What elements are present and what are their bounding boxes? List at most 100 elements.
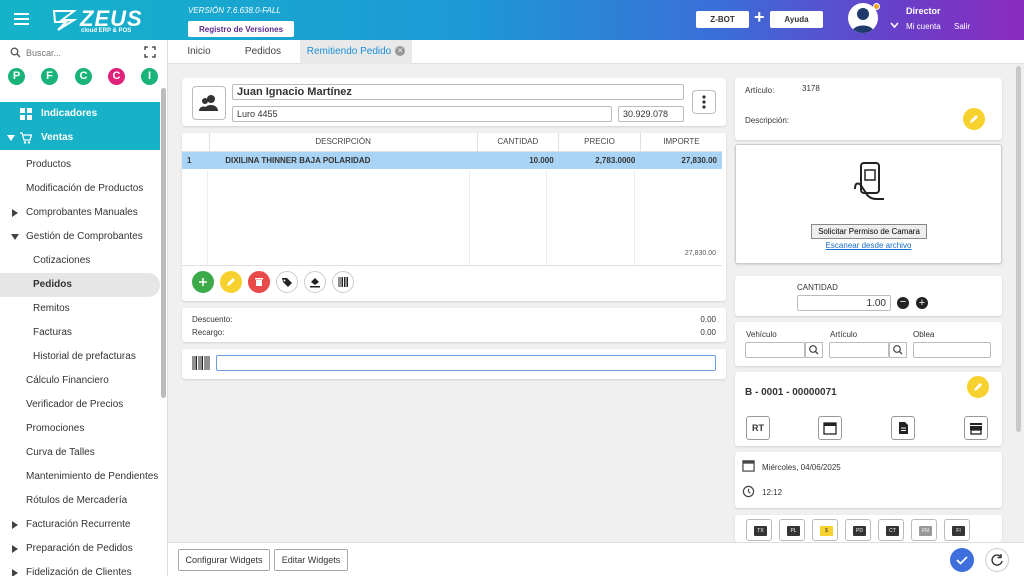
sidebar-item-calculo-financiero[interactable]: Cálculo Financiero [0,369,160,393]
caret-right-icon [12,569,18,576]
salir-link[interactable]: Salir [954,22,970,31]
vehiculo-field[interactable] [745,342,805,358]
customer-select-button[interactable] [192,86,226,120]
sidebar-item-comprobantes-manuales[interactable]: Comprobantes Manuales [0,201,160,225]
edit-comprobante-button[interactable] [967,376,989,398]
sidebar-item-productos[interactable]: Productos [0,153,160,177]
customer-address-field[interactable] [232,106,612,122]
tag-button[interactable] [276,271,298,293]
ayuda-button[interactable]: Ayuda [770,11,823,28]
chip-tx[interactable]: TX [746,519,772,541]
sidebar-item-gestion-comprobantes[interactable]: Gestión de Comprobantes [0,225,160,249]
edit-article-button[interactable] [963,108,985,130]
col-divider [469,171,470,265]
more-options-button[interactable] [692,90,716,114]
chip-pl[interactable]: PL [779,519,805,541]
calendar-button[interactable] [818,416,842,440]
rt-button[interactable]: RT [746,416,770,440]
chip-fn[interactable]: FN [911,519,937,541]
close-icon[interactable]: × [395,46,406,57]
sidebar-item-label: Preparación de Pedidos [26,543,133,554]
sidebar-item-modificacion-productos[interactable]: Modificación de Productos [0,177,160,201]
configurar-widgets-button[interactable]: Configurar Widgets [178,549,270,571]
mi-cuenta-link[interactable]: Mi cuenta [906,22,941,31]
sidebar-item-cotizaciones[interactable]: Cotizaciones [0,249,160,273]
zeus-logo[interactable]: ZEUS cloud ERP & POS [52,5,142,35]
sidebar-item-mantenimiento-pendientes[interactable]: Mantenimiento de Pendientes [0,465,160,489]
chip-fi[interactable]: FI [944,519,970,541]
row-cantidad: 10.000 [477,151,559,169]
chip-ct[interactable]: CT [878,519,904,541]
table-footer-total: 27,830.00 [684,250,716,257]
sidebar-item-historial-prefacturas[interactable]: Historial de prefacturas [0,345,160,369]
sidebar-item-facturas[interactable]: Facturas [0,321,160,345]
confirm-button[interactable] [950,548,974,572]
sidebar-item-preparacion-pedidos[interactable]: Preparación de Pedidos [0,537,160,561]
sidebar-item-promociones[interactable]: Promociones [0,417,160,441]
shortcut-p[interactable]: P [8,68,25,85]
tab-label: Remitiendo Pedido [306,46,392,57]
chip-pd[interactable]: PD [845,519,871,541]
tab-pedidos[interactable]: Pedidos [236,40,290,64]
customer-name-field[interactable] [232,84,684,100]
sidebar-item-remitos[interactable]: Remitos [0,297,160,321]
plus-icon[interactable]: + [916,297,928,309]
chip-label: PL [787,526,800,536]
oblea-field[interactable] [913,342,991,358]
tag-icon [282,278,292,287]
document-button[interactable] [891,416,915,440]
vehiculo-search-button[interactable] [805,342,823,358]
editar-widgets-button[interactable]: Editar Widgets [274,549,348,571]
articulo-field[interactable] [829,342,889,358]
delete-item-button[interactable] [248,271,270,293]
hamburger-menu-icon[interactable] [14,13,29,25]
logo-subtitle: cloud ERP & POS [81,28,132,34]
store-button[interactable] [964,416,988,440]
calendar-icon [742,460,755,472]
main-scrollbar[interactable] [1016,66,1021,432]
zeus-logo-mark-icon [52,10,78,31]
sidebar-item-indicadores[interactable]: Indicadores [0,102,160,126]
caret-right-icon [12,545,18,553]
tab-remitiendo-pedido[interactable]: Remitiendo Pedido × [300,40,412,64]
expand-icon[interactable] [144,46,156,58]
zbot-button[interactable]: Z-BOT [696,11,749,28]
shortcut-c-pink[interactable]: C [108,68,125,85]
barcode-input[interactable] [216,355,716,371]
table-row[interactable]: 1 DIXILINA THINNER BAJA POLARIDAD 10.000… [182,151,722,169]
scan-file-link[interactable]: Escanear desde archivo [736,241,1001,250]
plus-separator-icon: + [754,7,765,27]
customer-doc-field[interactable] [618,106,684,122]
row-importe: 27,830.00 [640,151,722,169]
clock-icon [742,485,755,498]
sidebar-item-ventas[interactable]: Ventas [0,126,160,150]
sidebar-item-pedidos[interactable]: Pedidos [0,273,160,297]
shortcut-i[interactable]: I [141,68,158,85]
fill-button[interactable] [304,271,326,293]
totals-card: Descuento: 0.00 Recargo: 0.00 [182,308,726,342]
chip-label: FI [952,526,965,536]
sidebar-item-label: Comprobantes Manuales [26,207,138,218]
quantity-field[interactable] [797,295,891,311]
edit-item-button[interactable] [220,271,242,293]
add-item-button[interactable] [192,271,214,293]
sidebar-scrollbar[interactable] [161,88,166,398]
sidebar-item-verificador-precios[interactable]: Verificador de Precios [0,393,160,417]
search-input[interactable] [26,46,126,60]
sidebar-item-curva-talles[interactable]: Curva de Talles [0,441,160,465]
articulo-search-button[interactable] [889,342,907,358]
refresh-button[interactable] [985,548,1009,572]
barcode-button[interactable] [332,271,354,293]
chevron-down-icon[interactable] [890,22,899,28]
chip-dollar[interactable]: $ [812,519,838,541]
minus-icon[interactable]: − [897,297,909,309]
pencil-icon [227,278,235,286]
shortcut-c-green[interactable]: C [75,68,92,85]
sidebar-item-facturacion-recurrente[interactable]: Facturación Recurrente [0,513,160,537]
sidebar-item-rotulos-mercaderia[interactable]: Rótulos de Mercadería [0,489,160,513]
request-camera-button[interactable]: Solicitar Permiso de Camara [811,224,927,239]
shortcut-f[interactable]: F [41,68,58,85]
registro-versiones-button[interactable]: Registro de Versiones [188,21,294,37]
sidebar-item-fidelizacion-clientes[interactable]: Fidelización de Clientes [0,561,160,576]
tab-inicio[interactable]: Inicio [176,40,222,64]
